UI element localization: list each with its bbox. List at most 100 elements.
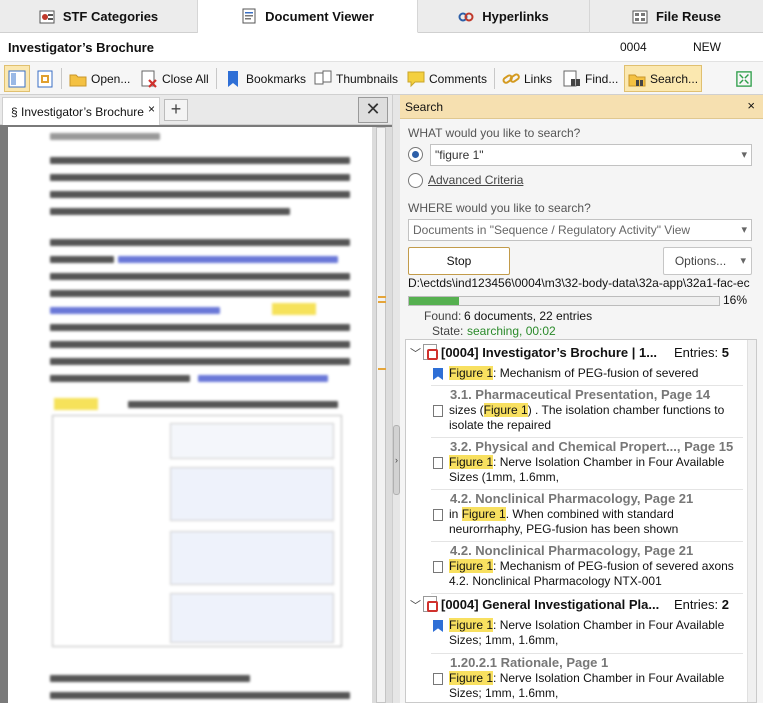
stf-categories-icon — [39, 10, 55, 23]
result-group-title: [0004] General Investigational Pla... — [441, 597, 660, 612]
navigation-pane-icon — [8, 70, 26, 87]
fullscreen-button[interactable] — [732, 65, 756, 92]
close-pane-button[interactable]: ✕ — [358, 97, 388, 123]
find-button-label: Find... — [585, 71, 619, 86]
found-value: 6 documents, 22 entries — [464, 309, 593, 323]
search-results-tree: ﹀ [0004] Investigator’s Brochure | 1... … — [405, 339, 757, 703]
tab-hyperlinks-label: Hyperlinks — [482, 9, 549, 24]
tab-stf-categories[interactable]: STF Categories — [0, 0, 198, 33]
found-label: Found: — [424, 309, 462, 323]
chevron-down-icon: ▾ — [741, 149, 747, 161]
tab-hyperlinks[interactable]: Hyperlinks — [418, 0, 590, 33]
splitter-grip-icon[interactable]: › — [393, 425, 400, 495]
app-window: STF Categories Document Viewer Hyperlink… — [0, 0, 763, 703]
comments-button[interactable]: Comments — [403, 65, 491, 92]
document-scrollbar[interactable] — [372, 127, 392, 703]
pdf-page[interactable] — [8, 127, 372, 703]
document-scrollbar-thumb[interactable] — [376, 127, 386, 703]
simple-query-radio[interactable] — [408, 147, 423, 162]
state-value: searching, 00:02 — [467, 324, 556, 338]
document-tab-close-icon[interactable]: × — [148, 102, 155, 116]
pane-splitter[interactable]: › — [392, 95, 400, 703]
search-scope-select[interactable]: Documents in "Sequence / Regulatory Acti… — [408, 219, 752, 241]
close-all-icon — [141, 70, 157, 88]
tab-document-viewer-label: Document Viewer — [265, 8, 374, 24]
where-label: WHERE would you like to search? — [408, 201, 591, 215]
comments-button-label: Comments — [429, 71, 488, 86]
links-button[interactable]: Links — [498, 65, 556, 92]
search-query-field[interactable]: "figure 1" ▾ — [430, 144, 752, 166]
search-button[interactable]: Search... — [624, 65, 703, 92]
advanced-criteria-radio[interactable] — [408, 173, 423, 188]
page-view-icon — [37, 70, 53, 87]
operation-label: NEW — [693, 40, 721, 54]
bookmarks-button-label: Bookmarks — [246, 71, 307, 86]
result-entry[interactable]: Figure 1: Mechanism of PEG-fusion of sev… — [431, 366, 743, 386]
pdf-document-icon — [423, 596, 438, 612]
new-tab-button[interactable]: + — [164, 99, 188, 121]
search-scope-value: Documents in "Sequence / Regulatory Acti… — [413, 223, 691, 237]
search-panel: Search × WHAT would you like to search? … — [400, 95, 763, 703]
close-all-button-label: Close All — [162, 71, 209, 86]
result-entry[interactable]: 4.2. Nonclinical Pharmacology, Page 21 F… — [431, 542, 743, 594]
state-label: State: — [432, 324, 464, 338]
chevron-down-icon: ▾ — [741, 224, 747, 236]
hyperlinks-icon — [458, 12, 474, 21]
bookmarks-button[interactable]: Bookmarks — [220, 65, 310, 92]
result-entry-heading: 4.2. Nonclinical Pharmacology, Page 21 — [450, 543, 694, 558]
result-entry[interactable]: 4.2. Nonclinical Pharmacology, Page 21 i… — [431, 490, 743, 542]
links-button-label: Links — [524, 71, 553, 86]
result-entry[interactable]: 3.2. Physical and Chemical Propert..., P… — [431, 438, 743, 490]
bookmark-icon — [433, 368, 443, 380]
search-progress-fill — [409, 297, 459, 305]
result-group-general-investigational-plan[interactable]: ﹀ [0004] General Investigational Pla... … — [406, 592, 742, 618]
tab-file-reuse[interactable]: File Reuse — [590, 0, 763, 33]
result-entry[interactable]: 3.1. Pharmaceutical Presentation, Page 1… — [431, 386, 743, 438]
result-entry[interactable]: Figure 1: Nerve Isolation Chamber in Fou… — [431, 618, 743, 654]
result-entry[interactable]: 1.20.2.1 Rationale, Page 1 Figure 1: Ner… — [431, 654, 743, 702]
document-pane: § Investigator’s Brochure × + ✕ — [0, 95, 392, 703]
open-button-label: Open... — [91, 71, 131, 86]
page-icon — [433, 561, 443, 573]
thumbnails-button[interactable]: Thumbnails — [310, 65, 402, 92]
results-scrollbar[interactable] — [747, 340, 756, 702]
thumbnail-view-toggle-button[interactable] — [32, 65, 58, 92]
stop-button[interactable]: Stop — [408, 247, 510, 275]
search-query-value: "figure 1" — [435, 148, 484, 162]
result-entry-heading: 3.2. Physical and Chemical Propert..., P… — [450, 439, 734, 454]
document-tab[interactable]: § Investigator’s Brochure × — [2, 97, 160, 125]
thumbnails-button-label: Thumbnails — [336, 71, 399, 86]
collapse-chevron-icon[interactable]: ﹀ — [410, 597, 421, 613]
tab-file-reuse-label: File Reuse — [655, 9, 722, 24]
what-label: WHAT would you like to search? — [408, 126, 581, 140]
result-entry-heading: 4.2. Nonclinical Pharmacology, Page 21 — [450, 491, 694, 506]
tab-document-viewer[interactable]: Document Viewer — [198, 0, 418, 33]
document-tab-bar: § Investigator’s Brochure × + ✕ — [0, 95, 392, 125]
result-group-entries: Entries: 5 — [674, 345, 729, 360]
options-button-label: Options... — [674, 254, 727, 268]
bookmark-icon — [228, 70, 238, 87]
result-group-title: [0004] Investigator’s Brochure | 1... — [441, 345, 658, 360]
advanced-criteria-link[interactable]: Advanced Criteria — [428, 173, 523, 187]
tab-stf-categories-label: STF Categories — [62, 9, 159, 24]
find-button[interactable]: Find... — [559, 65, 622, 92]
search-folder-icon — [628, 74, 646, 86]
bookmark-icon — [433, 620, 443, 632]
comment-icon — [407, 71, 425, 87]
link-icon — [502, 72, 520, 84]
search-panel-header: Search × — [400, 95, 763, 119]
fullscreen-icon — [736, 70, 752, 87]
pdf-page-content — [8, 127, 372, 703]
open-button[interactable]: Open... — [65, 65, 134, 92]
result-group-investigators-brochure[interactable]: ﹀ [0004] Investigator’s Brochure | 1... … — [406, 340, 742, 366]
collapse-chevron-icon[interactable]: ﹀ — [410, 345, 421, 361]
search-panel-close-icon[interactable]: × — [747, 98, 755, 113]
result-entry-heading: 1.20.2.1 Rationale, Page 1 — [450, 655, 609, 670]
thumbnails-icon — [314, 70, 332, 84]
current-search-path: D:\ectds\ind123456\0004\m3\32-body-data\… — [408, 276, 750, 290]
close-all-button[interactable]: Close All — [136, 65, 213, 92]
options-button[interactable]: Options... ▾ — [663, 247, 752, 275]
navigation-pane-toggle-button[interactable] — [4, 65, 30, 92]
open-folder-icon — [69, 74, 87, 86]
document-title: Investigator’s Brochure — [8, 40, 154, 55]
